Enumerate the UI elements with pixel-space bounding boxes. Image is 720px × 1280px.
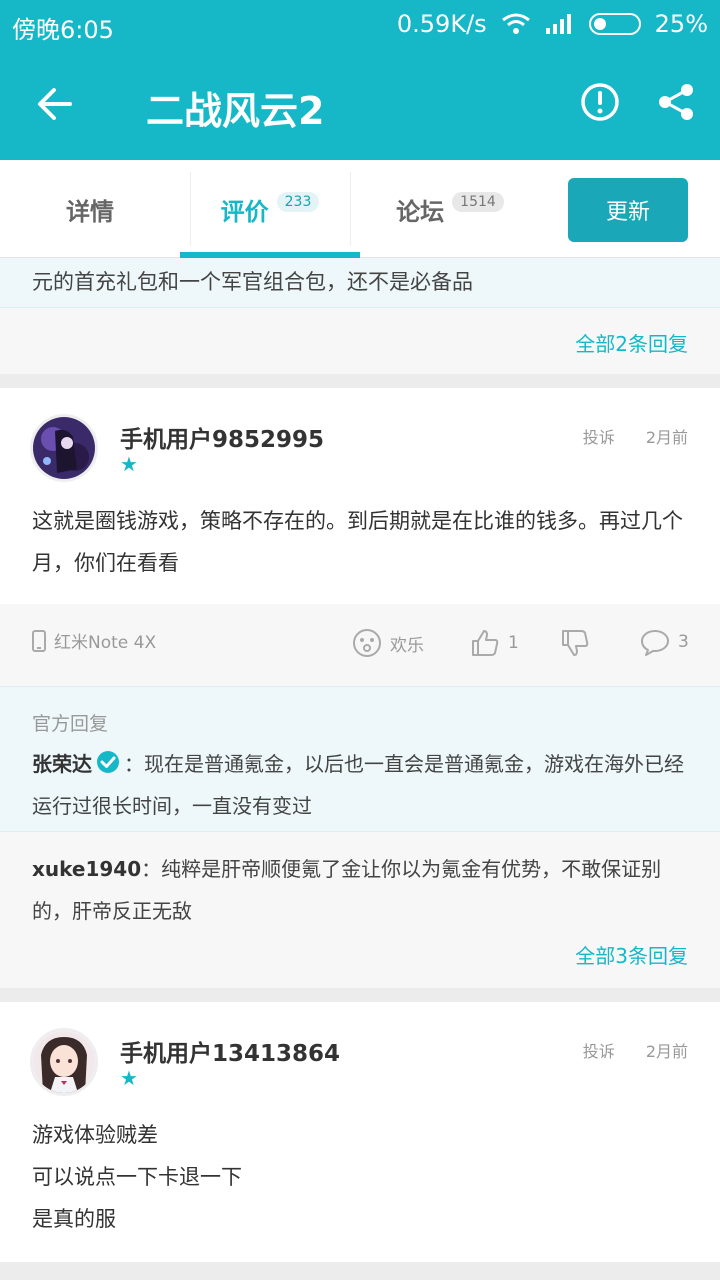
- app-bar: 二战风云2: [0, 50, 720, 160]
- tab-badge: 1514: [452, 192, 504, 212]
- official-reply-text: ：现在是普通氪金，以后也一直会是普通氪金，游戏在海外已经运行过很长时间，一直没有…: [32, 752, 684, 818]
- status-time: 傍晚6:05: [12, 16, 114, 44]
- username[interactable]: 手机用户9852995: [120, 420, 324, 454]
- reply-username[interactable]: xuke1940: [32, 857, 141, 881]
- signal-icon: [545, 14, 571, 34]
- star-icon: ★: [120, 1066, 138, 1090]
- official-reply-text: 元的首充礼包和一个军官组合包，还不是必备品: [32, 270, 473, 294]
- mood-tag: 欢乐: [352, 628, 424, 658]
- tab-label: 评价: [220, 197, 269, 226]
- status-right: 0.59K/s 25%: [397, 10, 708, 38]
- star-icon: ★: [120, 452, 138, 476]
- review-meta: 投诉 2月前: [557, 1038, 688, 1062]
- device-name: 红米Note 4X: [54, 633, 157, 653]
- avatar-image: [33, 417, 95, 479]
- username[interactable]: 手机用户13413864: [120, 1034, 340, 1068]
- back-arrow-icon[interactable]: [34, 78, 78, 130]
- official-reply-label: 官方回复: [32, 713, 109, 735]
- tab-forum[interactable]: 论坛 1514: [360, 160, 540, 258]
- tab-label: 详情: [66, 197, 114, 226]
- thumbs-up-icon: [472, 630, 499, 656]
- divider: [350, 172, 351, 246]
- review-content: 游戏体验贼差 可以说点一下卡退一下 是真的服: [32, 1114, 692, 1240]
- comment-icon: [641, 630, 669, 656]
- report-link[interactable]: 投诉: [583, 428, 615, 447]
- review-line: 游戏体验贼差: [32, 1123, 158, 1147]
- update-button[interactable]: 更新: [568, 178, 688, 242]
- status-bar: 傍晚6:05 0.59K/s 25%: [0, 0, 720, 50]
- tab-details[interactable]: 详情: [0, 160, 180, 258]
- report-icon[interactable]: [580, 82, 620, 122]
- tab-reviews[interactable]: 评价 233: [180, 160, 360, 258]
- page-title: 二战风云2: [146, 89, 325, 133]
- battery-icon: [588, 13, 641, 35]
- all-replies-link[interactable]: 全部3条回复: [575, 940, 688, 969]
- review-time: 2月前: [645, 1042, 688, 1061]
- thumbs-down-icon: [562, 630, 589, 656]
- verified-icon: [97, 751, 119, 773]
- review-line: 是真的服: [32, 1207, 116, 1231]
- review-card: 手机用户13413864 ★ 投诉 2月前 游戏体验贼差 可以说点一下卡退一下 …: [0, 1002, 720, 1262]
- divider: [190, 172, 191, 246]
- all-replies-link[interactable]: 全部2条回复: [575, 328, 688, 357]
- dislike-button[interactable]: [560, 628, 590, 658]
- review-actions: 红米Note 4X 欢乐 1 3: [0, 604, 720, 686]
- avatar[interactable]: [30, 414, 98, 482]
- smile-icon: [353, 629, 381, 657]
- avatar-image: [33, 1031, 95, 1093]
- comment-button[interactable]: 3: [640, 628, 689, 656]
- review-content: 这就是圈钱游戏，策略不存在的。到后期就是在比谁的钱多。再过几个月，你们在看看: [32, 509, 683, 575]
- wifi-icon: [501, 13, 530, 34]
- review-line: 可以说点一下卡退一下: [32, 1165, 242, 1189]
- share-icon[interactable]: [656, 82, 696, 122]
- device-info: 红米Note 4X: [32, 628, 156, 653]
- review-card: 手机用户9852995 ★ 投诉 2月前 这就是圈钱游戏，策略不存在的。到后期就…: [0, 388, 720, 604]
- review-meta: 投诉 2月前: [557, 424, 688, 448]
- net-speed: 0.59K/s: [396, 10, 487, 38]
- report-link[interactable]: 投诉: [583, 1042, 615, 1061]
- phone-icon: [32, 629, 46, 652]
- official-reply-body: 张荣达 ：现在是普通氪金，以后也一直会是普通氪金，游戏在海外已经运行过很长时间，一…: [32, 743, 692, 827]
- like-count: 1: [508, 633, 519, 653]
- official-reply: 官方回复 张荣达 ：现在是普通氪金，以后也一直会是普通氪金，游戏在海外已经运行过很…: [0, 686, 720, 832]
- user-reply: xuke1940：纯粹是肝帝顺便氪了金让你以为氪金有优势，不敢保证别的，肝帝反正…: [0, 832, 720, 988]
- mood-label: 欢乐: [390, 635, 424, 656]
- comment-count: 3: [678, 632, 689, 652]
- like-button[interactable]: 1: [470, 628, 519, 658]
- user-reply-body: xuke1940：纯粹是肝帝顺便氪了金让你以为氪金有优势，不敢保证别的，肝帝反正…: [32, 848, 692, 932]
- tab-label: 论坛: [396, 197, 445, 226]
- review-time: 2月前: [645, 428, 688, 447]
- tab-badge: 233: [276, 192, 320, 212]
- more-replies-prev: 全部2条回复: [0, 308, 720, 374]
- avatar[interactable]: [30, 1028, 98, 1096]
- official-name[interactable]: 张荣达: [32, 752, 92, 776]
- official-reply-prev: 元的首充礼包和一个军官组合包，还不是必备品: [0, 258, 720, 308]
- battery-percent: 25%: [654, 10, 708, 38]
